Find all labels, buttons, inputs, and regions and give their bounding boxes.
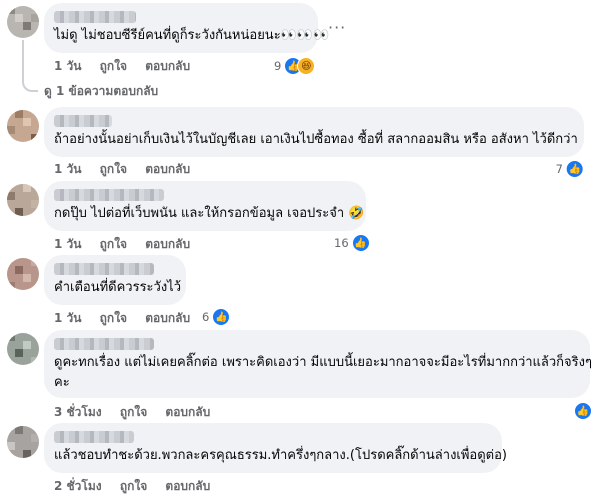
comment-text: ดูคะทกเรื่อง แต่ไม่เคยคลิ๊กต่อ เพราะคิดเ… (54, 355, 592, 370)
comment-time[interactable]: 1 วัน (54, 237, 81, 251)
comment-time[interactable]: 1 วัน (54, 311, 81, 325)
comment-actions: 1 วัน ถูกใจ ตอบกลับ (54, 235, 204, 254)
like-link[interactable]: ถูกใจ (100, 59, 127, 73)
reaction-summary[interactable]: 9 👍 😆 (274, 57, 316, 75)
avatar[interactable] (7, 426, 39, 458)
comment-actions: 3 ชั่วโมง ถูกใจ ตอบกลับ (54, 403, 224, 422)
reply-link[interactable]: ตอบกลับ (145, 311, 190, 325)
comment-time[interactable]: 1 วัน (54, 162, 81, 176)
comment-text-line-2: คะ (54, 375, 70, 390)
reaction-count: 16 (334, 236, 349, 250)
comment-actions: 2 ชั่วโมง ถูกใจ ตอบกลับ (54, 477, 224, 496)
reaction-count: 9 (274, 59, 282, 73)
reply-link[interactable]: ตอบกลับ (145, 162, 190, 176)
comment-text: กดปุ๊บ ไปต่อที่เว็บพนัน และให้กรอกข้อมูล… (54, 206, 365, 221)
view-replies-link[interactable]: ดู 1 ข้อความตอบกลับ (44, 82, 158, 101)
avatar[interactable] (7, 258, 39, 290)
like-link[interactable]: ถูกใจ (100, 237, 127, 251)
like-link[interactable]: ถูกใจ (100, 162, 127, 176)
comment-actions: 1 วัน ถูกใจ ตอบกลับ (54, 309, 204, 328)
comment-text: ถ้าอย่างนั้นอย่าเก็บเงินไว้ในบัญชีเลย เอ… (54, 132, 578, 147)
more-options-icon[interactable]: ··· (328, 18, 346, 37)
like-icon: 👍 (351, 234, 370, 252)
reaction-summary[interactable]: 7 👍 (556, 160, 584, 178)
blurred-author-name[interactable] (54, 189, 164, 201)
avatar[interactable] (7, 333, 39, 365)
reaction-count: 6 (202, 310, 210, 324)
reaction-summary[interactable]: 6 👍 (202, 308, 231, 326)
blurred-author-name[interactable] (54, 263, 154, 275)
comment-time[interactable]: 1 วัน (54, 59, 81, 73)
avatar[interactable] (7, 184, 39, 216)
comment-time[interactable]: 3 ชั่วโมง (54, 405, 102, 419)
reaction-summary[interactable]: 16 👍 (334, 234, 370, 252)
blurred-author-name[interactable] (54, 115, 112, 127)
like-icon: 👍 (212, 308, 231, 326)
like-link[interactable]: ถูกใจ (100, 311, 127, 325)
like-icon: 👍 (574, 402, 592, 420)
blurred-author-name[interactable] (54, 338, 154, 350)
comment-actions: 1 วัน ถูกใจ ตอบกลับ (54, 160, 204, 179)
like-icon: 👍 (566, 160, 584, 178)
comment-text: คำเตือนที่ดีควรระวังไว้ (54, 280, 182, 295)
comment-text: ไม่ดู ไม่ชอบซีรีย์คนที่ดูก็ระวังกันหน่อย… (54, 28, 330, 43)
haha-icon: 😆 (297, 57, 316, 75)
like-link[interactable]: ถูกใจ (120, 405, 147, 419)
comment-text: แล้วชอบทำชะด้วย.พวกละครคุณธรรม.ทำครึ่งๆก… (54, 448, 508, 463)
comment-actions: 1 วัน ถูกใจ ตอบกลับ (54, 57, 204, 76)
like-link[interactable]: ถูกใจ (120, 479, 147, 493)
reply-link[interactable]: ตอบกลับ (145, 59, 190, 73)
blurred-author-name[interactable] (54, 11, 136, 23)
reply-link[interactable]: ตอบกลับ (165, 479, 210, 493)
reply-link[interactable]: ตอบกลับ (165, 405, 210, 419)
reply-link[interactable]: ตอบกลับ (145, 237, 190, 251)
avatar[interactable] (7, 6, 39, 38)
comment-time[interactable]: 2 ชั่วโมง (54, 479, 102, 493)
blurred-author-name[interactable] (54, 431, 134, 443)
reply-thread-line (22, 40, 38, 92)
reaction-count: 7 (555, 162, 563, 176)
avatar[interactable] (7, 110, 39, 142)
reaction-summary[interactable]: 👍 (574, 402, 592, 420)
